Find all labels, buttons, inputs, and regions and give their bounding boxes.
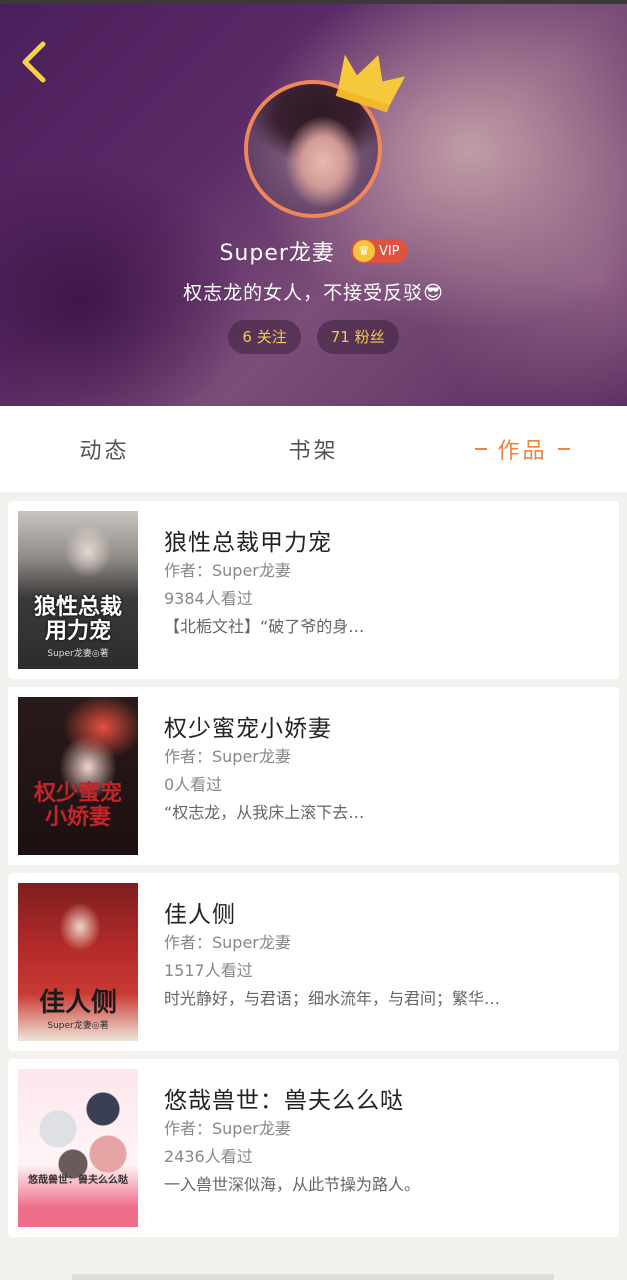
tab-label: 作品 xyxy=(497,439,548,464)
profile-header: Super龙妻 ♛ VIP 权志龙的女人，不接受反驳😎 6 关注 71 粉丝 xyxy=(0,0,627,406)
book-cover: 悠哉兽世：兽夫么么哒 xyxy=(18,1069,138,1227)
book-info: 悠哉兽世：兽夫么么哒 作者：Super龙妻 2436人看过 一入兽世深似海，从此… xyxy=(164,1081,604,1199)
book-title: 悠哉兽世：兽夫么么哒 xyxy=(164,1088,404,1114)
book-description: “权志龙，从我床上滚下去… xyxy=(164,803,365,822)
tab-activity[interactable]: 动态 xyxy=(0,406,209,492)
tab-active-indicator-right xyxy=(557,448,570,450)
book-title: 权少蜜宠小娇妻 xyxy=(164,716,332,742)
book-description: 一入兽世深似海，从此节操为路人。 xyxy=(164,1175,421,1194)
tab-active-indicator-left xyxy=(475,448,488,450)
book-author: 作者：Super龙妻 xyxy=(164,747,291,766)
status-bar-line xyxy=(0,0,627,4)
book-title: 狼性总裁甲力宠 xyxy=(164,530,332,556)
book-cover: 狼性总裁 用力宠 Super龙妻◎著 xyxy=(18,511,138,669)
book-cover: 佳人侧 Super龙妻◎著 xyxy=(18,883,138,1041)
book-author: 作者：Super龙妻 xyxy=(164,1119,291,1138)
tab-label: 书架 xyxy=(288,439,339,464)
vip-crown-icon: ♛ xyxy=(352,240,375,262)
cover-title: 佳人侧 xyxy=(38,988,117,1018)
vip-badge[interactable]: ♛ VIP xyxy=(350,239,408,263)
works-list: 狼性总裁 用力宠 Super龙妻◎著 狼性总裁甲力宠 作者：Super龙妻 93… xyxy=(8,501,619,1245)
profile-bio: 权志龙的女人，不接受反驳😎 xyxy=(183,282,444,304)
cover-subtitle: Super龙妻◎著 xyxy=(47,649,109,659)
book-views: 0人看过 xyxy=(164,775,223,794)
cover-title: 权少蜜宠 小娇妻 xyxy=(33,780,122,830)
book-description: 【北栀文社】“破了爷的身… xyxy=(164,617,365,636)
book-description: 时光静好，与君语；细水流年，与君间；繁华… xyxy=(164,989,501,1008)
vip-label: VIP xyxy=(378,243,400,259)
username-row: Super龙妻 ♛ VIP xyxy=(0,232,627,270)
profile-stats: 6 关注 71 粉丝 xyxy=(0,320,627,354)
tab-bookshelf[interactable]: 书架 xyxy=(209,406,418,492)
list-item[interactable]: 悠哉兽世：兽夫么么哒 悠哉兽世：兽夫么么哒 作者：Super龙妻 2436人看过… xyxy=(8,1059,619,1237)
cover-title: 悠哉兽世：兽夫么么哒 xyxy=(28,1175,128,1186)
book-info: 佳人侧 作者：Super龙妻 1517人看过 时光静好，与君语；细水流年，与君间… xyxy=(164,895,604,1013)
username: Super龙妻 xyxy=(219,241,335,266)
book-views: 2436人看过 xyxy=(164,1147,253,1166)
crown-icon xyxy=(335,54,406,113)
book-author: 作者：Super龙妻 xyxy=(164,933,291,952)
tab-works[interactable]: 作品 xyxy=(418,406,627,492)
book-views: 1517人看过 xyxy=(164,961,253,980)
following-button[interactable]: 6 关注 xyxy=(228,320,301,354)
book-cover: 权少蜜宠 小娇妻 xyxy=(18,697,138,855)
list-item[interactable]: 狼性总裁 用力宠 Super龙妻◎著 狼性总裁甲力宠 作者：Super龙妻 93… xyxy=(8,501,619,679)
book-author: 作者：Super龙妻 xyxy=(164,561,291,580)
followers-button[interactable]: 71 粉丝 xyxy=(316,320,399,354)
book-views: 9384人看过 xyxy=(164,589,253,608)
profile-tabs: 动态 书架 作品 xyxy=(0,406,627,492)
chevron-left-icon xyxy=(22,41,46,83)
book-title: 佳人侧 xyxy=(164,902,236,928)
book-info: 权少蜜宠小娇妻 作者：Super龙妻 0人看过 “权志龙，从我床上滚下去… xyxy=(164,709,604,827)
tab-label: 动态 xyxy=(79,439,130,464)
list-item[interactable]: 权少蜜宠 小娇妻 权少蜜宠小娇妻 作者：Super龙妻 0人看过 “权志龙，从我… xyxy=(8,687,619,865)
bottom-scroll-hint xyxy=(72,1274,554,1280)
cover-subtitle: Super龙妻◎著 xyxy=(47,1021,109,1031)
book-info: 狼性总裁甲力宠 作者：Super龙妻 9384人看过 【北栀文社】“破了爷的身… xyxy=(164,523,604,641)
back-button[interactable] xyxy=(14,38,54,86)
list-item[interactable]: 佳人侧 Super龙妻◎著 佳人侧 作者：Super龙妻 1517人看过 时光静… xyxy=(8,873,619,1051)
cover-title: 狼性总裁 用力宠 xyxy=(33,594,122,644)
